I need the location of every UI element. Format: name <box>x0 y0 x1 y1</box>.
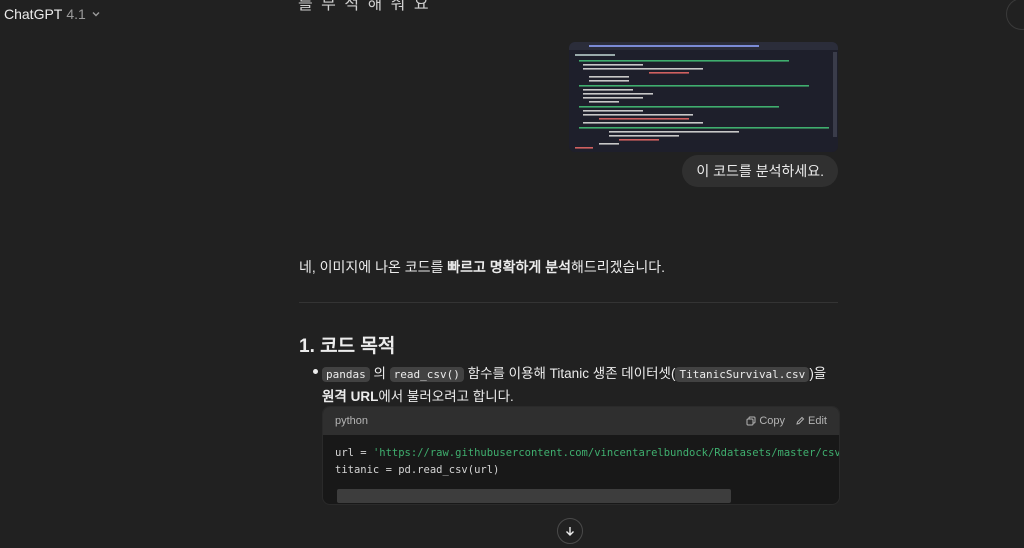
reply-intro-text-1: 네, 이미지에 나온 코드를 <box>299 259 448 275</box>
partial-message-text: 를 부 적 해 줘 요 <box>298 0 431 13</box>
edit-label: Edit <box>808 415 827 427</box>
copy-icon <box>746 416 756 426</box>
code-block-header: python Copy Edit <box>323 407 839 435</box>
copy-button[interactable]: Copy <box>746 415 785 427</box>
top-bar: ChatGPT 4.1 <box>0 0 1024 30</box>
reply-intro-bold-2: 명확하게 분석 <box>489 259 571 275</box>
code-content: url = 'https://raw.githubusercontent.com… <box>323 435 839 479</box>
code-line-1-prefix: url = <box>335 447 373 459</box>
code-screenshot-image <box>569 42 838 152</box>
bullet-text-4: 에서 불러오려고 합니다. <box>378 389 514 404</box>
inline-code-filename: TitanicSurvival.csv <box>675 367 810 382</box>
inline-code-read-csv: read_csv() <box>389 367 464 382</box>
user-message-text: 이 코드를 분석하세요. <box>696 163 824 179</box>
scroll-to-bottom-button[interactable] <box>557 518 583 544</box>
chevron-down-icon <box>92 12 100 17</box>
model-name: ChatGPT <box>4 6 63 22</box>
edit-icon <box>796 416 805 425</box>
code-line-1-string: 'https://raw.githubusercontent.com/vince… <box>372 447 839 459</box>
assistant-reply-intro: 네, 이미지에 나온 코드를 빠르고 명확하게 분석해드리겠습니다. <box>299 257 665 277</box>
bullet-text-3: )을 <box>809 366 827 381</box>
inline-code-pandas: pandas <box>322 367 370 382</box>
code-horizontal-scrollbar[interactable] <box>337 489 731 503</box>
code-line-2: titanic = pd.read_csv(url) <box>335 464 500 476</box>
bullet-text-2: 함수를 이용해 Titanic 생존 데이터셋( <box>463 366 676 381</box>
copy-label: Copy <box>759 415 786 427</box>
bullet-text-1: 의 <box>369 366 390 381</box>
code-block: python Copy Edit url = 'https://raw.gith… <box>322 406 840 505</box>
bullet-item: pandas 의 read_csv() 함수를 이용해 Titanic 생존 데… <box>322 363 838 408</box>
bullet-marker <box>313 369 318 374</box>
edit-button[interactable]: Edit <box>795 415 827 427</box>
model-version: 4.1 <box>66 6 86 22</box>
reply-intro-text-2: 해드리겠습니다. <box>570 259 666 275</box>
user-attached-screenshot[interactable] <box>569 42 838 152</box>
section-divider <box>299 302 838 303</box>
bullet-bold: 원격 URL <box>322 389 379 404</box>
arrow-down-icon <box>566 527 574 536</box>
section-heading: 1. 코드 목적 <box>299 336 396 357</box>
code-language-label: python <box>335 415 369 427</box>
reply-intro-bold-1: 빠르고 <box>447 259 486 275</box>
model-selector[interactable]: ChatGPT 4.1 <box>4 6 102 22</box>
user-message-bubble: 이 코드를 분석하세요. <box>682 155 838 187</box>
corner-avatar-ring[interactable] <box>1006 0 1024 30</box>
